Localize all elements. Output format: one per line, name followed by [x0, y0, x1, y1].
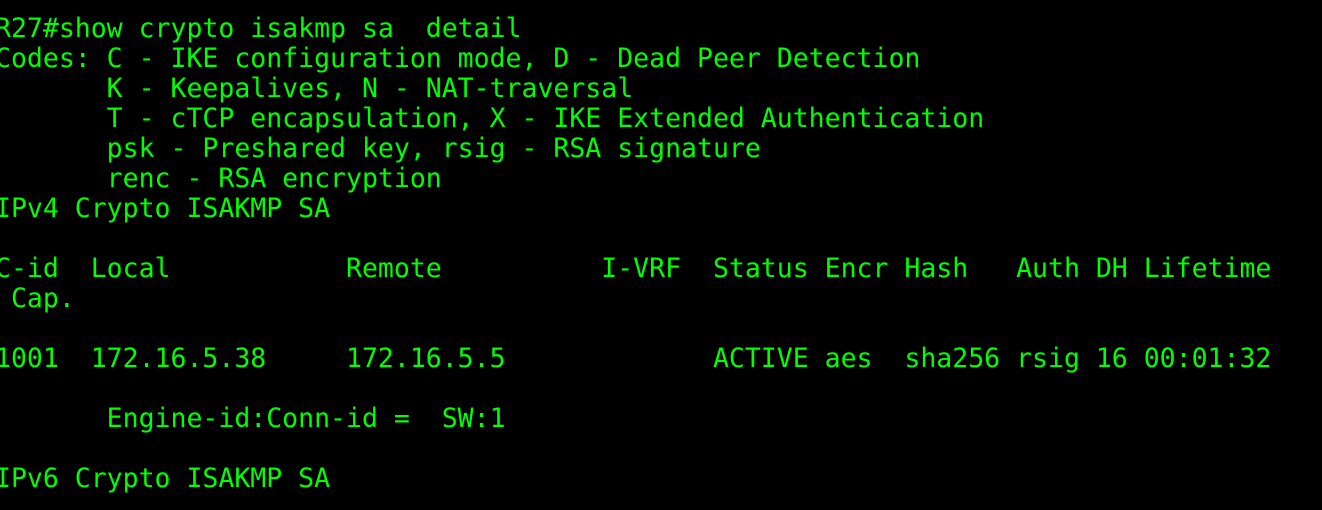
terminal-line-prompt: R27#show crypto isakmp sa detail [0, 13, 522, 44]
terminal-line-engine-id: Engine-id:Conn-id = SW:1 [0, 403, 506, 434]
terminal-line-table-header: C-id Local Remote I-VRF Status Encr Hash… [0, 253, 1272, 284]
terminal-line-codes: Codes: C - IKE configuration mode, D - D… [0, 43, 921, 74]
terminal-window[interactable]: R27#show crypto isakmp sa detail Codes: … [0, 0, 1322, 510]
terminal-line-codes-t: T - cTCP encapsulation, X - IKE Extended… [0, 103, 985, 134]
terminal-line-ipv4-heading: IPv4 Crypto ISAKMP SA [0, 193, 331, 224]
terminal-line-codes-k: K - Keepalives, N - NAT-traversal [0, 73, 634, 104]
terminal-line-table-row: 1001 172.16.5.38 172.16.5.5 ACTIVE aes s… [0, 343, 1272, 374]
terminal-line-ipv6-heading: IPv6 Crypto ISAKMP SA [0, 463, 331, 494]
terminal-line-table-header-cap: Cap. [0, 283, 75, 314]
terminal-line-codes-psk: psk - Preshared key, rsig - RSA signatur… [0, 133, 761, 164]
terminal-line-codes-renc: renc - RSA encryption [0, 163, 442, 194]
